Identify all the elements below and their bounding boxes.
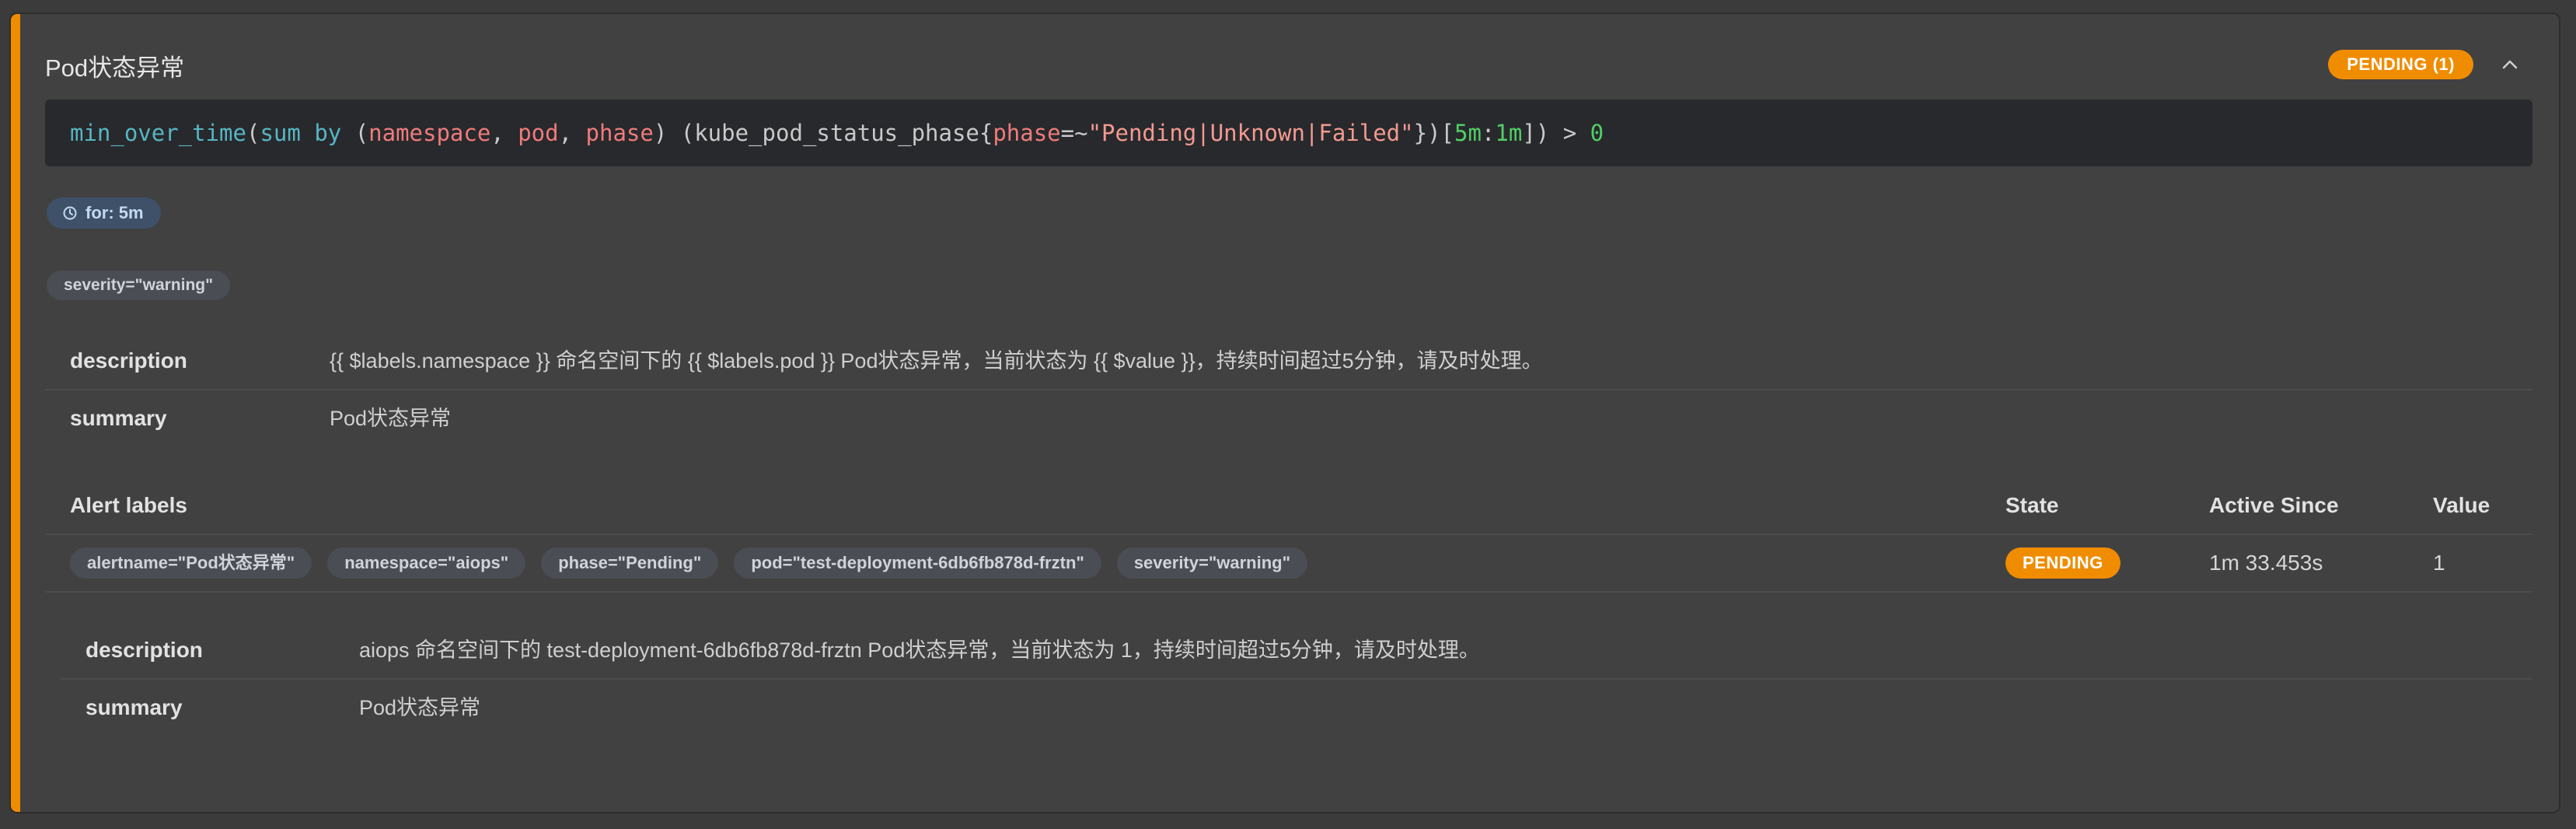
query-step: 1m xyxy=(1495,120,1523,146)
chevron-up-icon xyxy=(2502,60,2518,69)
for-duration-text: for: 5m xyxy=(86,203,144,222)
query-matcher-value: "Pending|Unknown|Failed" xyxy=(1087,120,1414,146)
annotation-key: description xyxy=(70,348,187,373)
column-header-active-since: Active Since xyxy=(2209,493,2339,517)
table-row[interactable]: alertname="Pod状态异常" namespace="aiops" ph… xyxy=(45,535,2532,593)
query-label-phase: phase xyxy=(585,120,654,146)
query-function: min_over_time xyxy=(70,120,246,146)
alerts-table-header: Alert labels State Active Since Value xyxy=(45,477,2532,535)
query-punct: , xyxy=(558,120,586,146)
annotation-value: aiops 命名空间下的 test-deployment-6db6fb878d-… xyxy=(359,638,1480,662)
rule-annotations: description {{ $labels.namespace }} 命名空间… xyxy=(45,333,2532,446)
rule-label-badge: severity="warning" xyxy=(47,271,231,300)
annotation-row: description {{ $labels.namespace }} 命名空间… xyxy=(45,333,2532,390)
alert-label-chip: severity="warning" xyxy=(1116,547,1308,579)
column-header-state: State xyxy=(2005,493,2059,517)
query-punct: ( xyxy=(341,120,369,146)
query-comparison: ]) > xyxy=(1522,120,1590,146)
query-sum-keyword: sum xyxy=(260,120,301,146)
alert-label-chip: namespace="aiops" xyxy=(327,547,526,579)
query-label-pod: pod xyxy=(518,120,559,146)
collapse-button[interactable] xyxy=(2495,50,2525,79)
alert-label-chip: pod="test-deployment-6db6fb878d-frztn" xyxy=(734,547,1101,579)
alert-active-since: 1m 33.453s xyxy=(2209,551,2323,575)
alert-rule-panel: Pod状态异常 PENDING (1) min_over_time(sum by… xyxy=(9,12,2560,813)
alert-annotations: description aiops 命名空间下的 test-deployment… xyxy=(61,622,2532,736)
query-matcher-op: =~ xyxy=(1060,120,1088,146)
annotation-value: Pod状态异常 xyxy=(330,407,452,430)
query-range: 5m xyxy=(1454,120,1482,146)
rule-expression: min_over_time(sum by (namespace, pod, ph… xyxy=(45,100,2532,166)
alert-value: 1 xyxy=(2433,551,2445,575)
query-punct: , xyxy=(490,120,518,146)
rule-title: Pod状态异常 xyxy=(45,54,185,82)
alerts-table: Alert labels State Active Since Value al… xyxy=(45,477,2532,593)
query-punct: })[ xyxy=(1413,120,1454,146)
alert-label-list: alertname="Pod状态异常" namespace="aiops" ph… xyxy=(70,547,1308,579)
query-punct: ( xyxy=(246,120,260,146)
query-by-keyword: by xyxy=(314,120,342,146)
annotation-key: summary xyxy=(70,406,167,430)
clock-icon xyxy=(63,206,77,220)
query-metric: ) (kube_pod_status_phase{ xyxy=(653,120,993,146)
annotation-row: summary Pod状态异常 xyxy=(45,390,2532,446)
state-accent-bar xyxy=(11,14,20,812)
for-duration-badge: for: 5m xyxy=(47,198,161,229)
annotation-row: summary Pod状态异常 xyxy=(61,680,2532,736)
query-label-namespace: namespace xyxy=(368,120,491,146)
annotation-key: description xyxy=(86,638,203,662)
annotation-key: summary xyxy=(86,695,183,719)
alert-label-chip: alertname="Pod状态异常" xyxy=(70,547,312,579)
pending-count-badge: PENDING (1) xyxy=(2328,50,2473,79)
annotation-row: description aiops 命名空间下的 test-deployment… xyxy=(61,622,2532,680)
query-matcher-label: phase xyxy=(993,120,1061,146)
column-header-alert-labels: Alert labels xyxy=(70,493,187,517)
alert-state-badge: PENDING xyxy=(2005,547,2120,579)
annotation-value: Pod状态异常 xyxy=(359,696,481,719)
column-header-value: Value xyxy=(2433,493,2490,517)
alert-label-chip: phase="Pending" xyxy=(541,547,719,579)
annotation-value: {{ $labels.namespace }} 命名空间下的 {{ $label… xyxy=(330,349,1543,373)
query-threshold: 0 xyxy=(1590,120,1604,146)
rule-header[interactable]: Pod状态异常 PENDING (1) xyxy=(45,39,2528,93)
query-punct: : xyxy=(1481,120,1496,146)
